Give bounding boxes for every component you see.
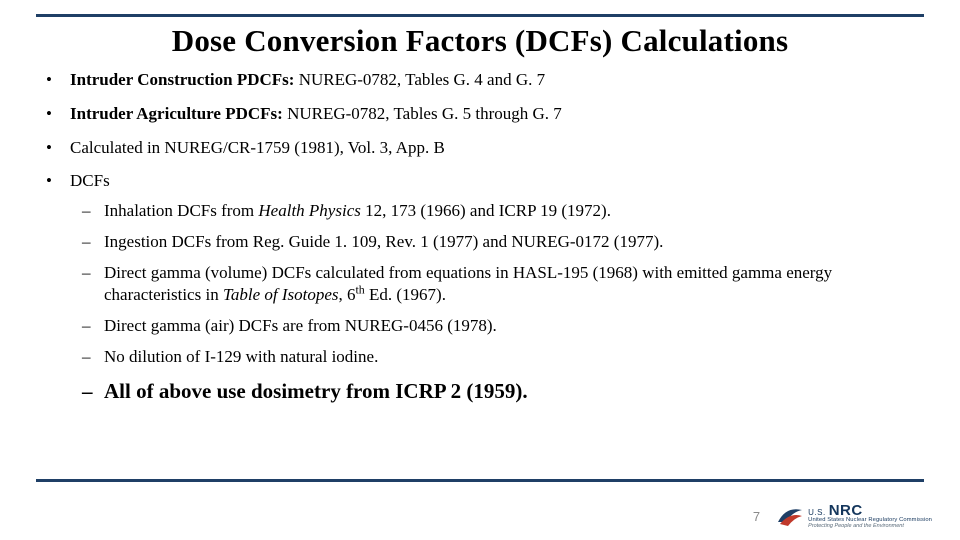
sub-bullet-item: No dilution of I-129 with natural iodine… — [82, 346, 924, 368]
sub-bullet-list: Inhalation DCFs from Health Physics 12, … — [70, 200, 924, 405]
logo-us: U.S. — [808, 509, 826, 517]
text: Direct gamma (air) DCFs are from NUREG-0… — [104, 316, 497, 335]
bullet-text: NUREG-0782, Tables G. 4 and G. 7 — [294, 70, 545, 89]
text: 12, 173 (1966) and ICRP 19 (1972). — [361, 201, 611, 220]
text: , 6 — [339, 285, 356, 304]
bullet-text: NUREG-0782, Tables G. 5 through G. 7 — [283, 104, 562, 123]
text: Ed. (1967). — [365, 285, 446, 304]
slide: Dose Conversion Factors (DCFs) Calculati… — [0, 0, 960, 540]
bullet-item: DCFs Inhalation DCFs from Health Physics… — [46, 170, 924, 405]
nrc-logo: U.S. NRC United States Nuclear Regulator… — [776, 502, 932, 530]
text-superscript: th — [356, 283, 365, 297]
bullet-item: Intruder Agriculture PDCFs: NUREG-0782, … — [46, 103, 924, 125]
bullet-label: Intruder Construction PDCFs: — [70, 70, 294, 89]
page-number: 7 — [753, 509, 760, 524]
sub-bullet-item: Direct gamma (air) DCFs are from NUREG-0… — [82, 315, 924, 337]
logo-text: U.S. NRC United States Nuclear Regulator… — [808, 503, 932, 529]
bullet-item: Intruder Construction PDCFs: NUREG-0782,… — [46, 69, 924, 91]
text: All of above use dosimetry from ICRP 2 (… — [104, 379, 528, 403]
text: Inhalation DCFs from — [104, 201, 258, 220]
bottom-rule — [36, 479, 924, 482]
text-italic: Table of Isotopes — [223, 285, 339, 304]
bullet-list: Intruder Construction PDCFs: NUREG-0782,… — [36, 69, 924, 405]
sub-bullet-item: Inhalation DCFs from Health Physics 12, … — [82, 200, 924, 222]
sub-bullet-item: Ingestion DCFs from Reg. Guide 1. 109, R… — [82, 231, 924, 253]
bullet-text: Calculated in NUREG/CR-1759 (1981), Vol.… — [70, 138, 445, 157]
logo-subtitle-2: Protecting People and the Environment — [808, 524, 932, 530]
text-italic: Health Physics — [258, 201, 360, 220]
sub-bullet-item: Direct gamma (volume) DCFs calculated fr… — [82, 262, 924, 306]
text: Ingestion DCFs from Reg. Guide 1. 109, R… — [104, 232, 663, 251]
bullet-label: Intruder Agriculture PDCFs: — [70, 104, 283, 123]
text: Direct gamma (volume) DCFs calculated fr… — [104, 263, 832, 304]
logo-main: U.S. NRC — [808, 503, 932, 518]
bullet-text: DCFs — [70, 171, 110, 190]
bullet-item: Calculated in NUREG/CR-1759 (1981), Vol.… — [46, 137, 924, 159]
logo-nrc: NRC — [829, 503, 863, 518]
slide-title: Dose Conversion Factors (DCFs) Calculati… — [36, 23, 924, 59]
eagle-icon — [776, 502, 804, 530]
top-rule — [36, 14, 924, 17]
footer: 7 U.S. NRC United States Nuclear Regulat… — [753, 502, 932, 530]
text: No dilution of I-129 with natural iodine… — [104, 347, 378, 366]
sub-bullet-item-final: All of above use dosimetry from ICRP 2 (… — [82, 378, 924, 405]
